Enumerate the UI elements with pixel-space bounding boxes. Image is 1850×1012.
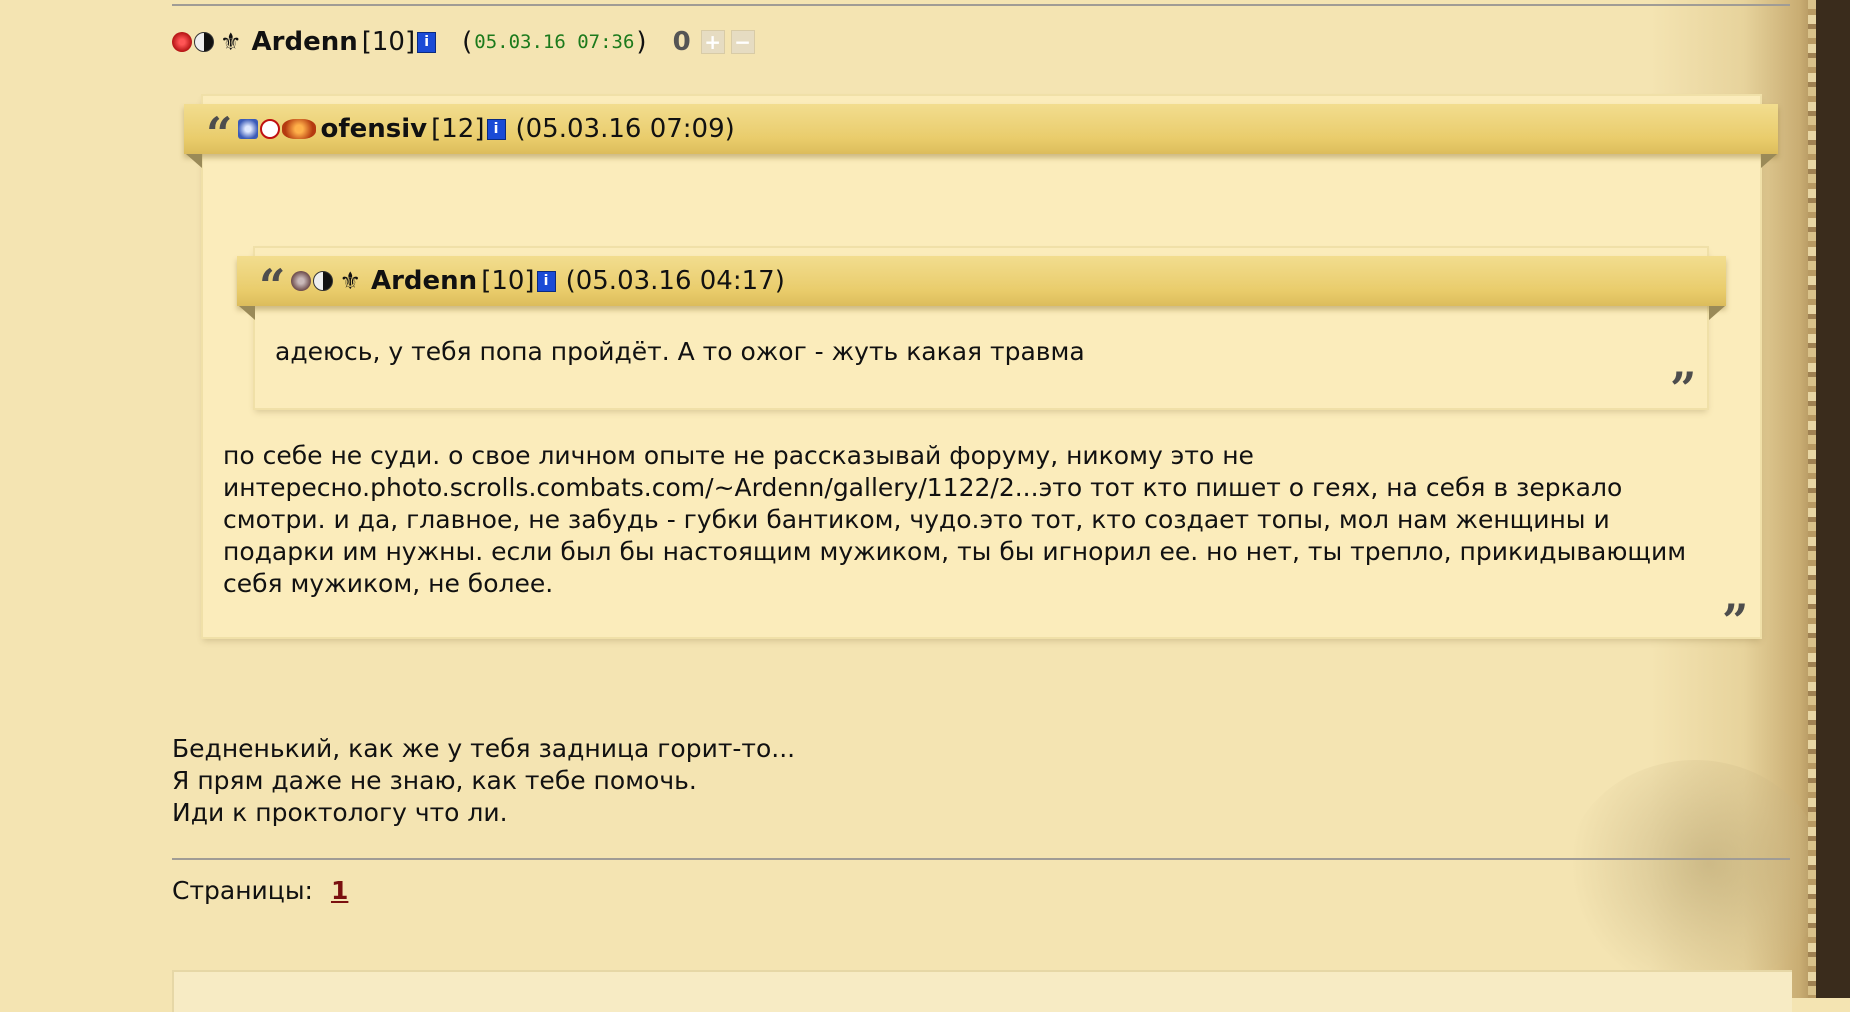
quote-close-icon: ”	[1722, 594, 1749, 648]
top-divider	[172, 4, 1790, 6]
plus-icon[interactable]: +	[700, 30, 725, 54]
watermark-globe	[1565, 760, 1825, 990]
quote-open-icon: “	[259, 259, 286, 313]
fleur-de-lis-icon[interactable]: ⚜	[339, 267, 361, 295]
post-header: ⚜ Ardenn [10] i ( 05.03.16 07:36 ) 0 + −	[172, 22, 755, 62]
page-link-1[interactable]: 1	[331, 876, 348, 905]
date-bracket-open: (	[462, 27, 473, 57]
quote-inner-text: адеюсь, у тебя попа пройдёт. А то ожог -…	[275, 337, 1085, 366]
text-line: Я прям даже не знаю, как тебе помочь.	[172, 766, 697, 795]
pagination: Страницы: 1	[172, 876, 348, 905]
quote-outer-text: по себе не суди. о свое личном опыте не …	[223, 440, 1686, 600]
fire-badge-icon[interactable]	[172, 32, 192, 52]
text-line: Бедненький, как же у тебя задница горит-…	[172, 734, 796, 763]
text-line: Иди к проктологу что ли.	[172, 798, 508, 827]
author-name[interactable]: Ardenn	[252, 27, 358, 57]
text-line: смотри. и да, главное, не забудь - губки…	[223, 505, 1610, 534]
quote-date: (05.03.16 04:17)	[565, 266, 785, 296]
page-border-dark	[1816, 0, 1850, 998]
shield-badge-icon[interactable]	[238, 119, 259, 139]
fleur-de-lis-icon[interactable]: ⚜	[220, 28, 242, 56]
skull-badge-icon[interactable]	[291, 271, 312, 291]
quote-inner-header: “ ⚜ Ardenn [10] i (05.03.16 04:17)	[237, 256, 1726, 313]
post-rating: 0	[672, 27, 691, 57]
quote-fold-left	[186, 154, 202, 168]
info-icon[interactable]: i	[417, 31, 437, 53]
yin-yang-icon[interactable]	[194, 32, 214, 52]
text-line: себя мужиком, не более.	[223, 569, 554, 598]
quote-author-level: [12]	[431, 114, 485, 144]
quote-fold-right	[1709, 306, 1725, 320]
quote-fold-right	[1761, 154, 1777, 168]
author-level: [10]	[361, 27, 416, 57]
dragon-badge-icon[interactable]	[282, 119, 317, 139]
date-bracket-close: )	[636, 27, 647, 57]
text-line: интересно.photo.scrolls.combats.com/~Ard…	[223, 473, 1623, 502]
reply-form-box	[172, 970, 1792, 1012]
text-line: по себе не суди. о свое личном опыте не …	[223, 441, 1254, 470]
quote-date: (05.03.16 07:09)	[515, 114, 735, 144]
minus-icon[interactable]: −	[730, 30, 755, 54]
post-date: 05.03.16 07:36	[474, 31, 635, 53]
quote-outer-header: “ ofensiv [12] i (05.03.16 07:09)	[184, 104, 1778, 161]
quote-author-name[interactable]: Ardenn	[371, 266, 477, 296]
info-icon[interactable]: i	[536, 270, 556, 292]
post-divider	[172, 858, 1790, 860]
quote-fold-left	[239, 306, 255, 320]
yin-yang-icon[interactable]	[313, 271, 334, 291]
quote-open-icon: “	[206, 107, 233, 161]
post-body: Бедненький, как же у тебя задница горит-…	[172, 733, 795, 829]
quote-close-icon: ”	[1670, 362, 1697, 416]
info-icon[interactable]: i	[486, 118, 506, 140]
pagination-label: Страницы:	[172, 876, 313, 905]
quote-author-name[interactable]: ofensiv	[320, 114, 427, 144]
quote-author-level: [10]	[481, 266, 535, 296]
text-line: подарки им нужны. если был бы настоящим …	[223, 537, 1687, 566]
red-cross-icon[interactable]	[260, 119, 281, 139]
